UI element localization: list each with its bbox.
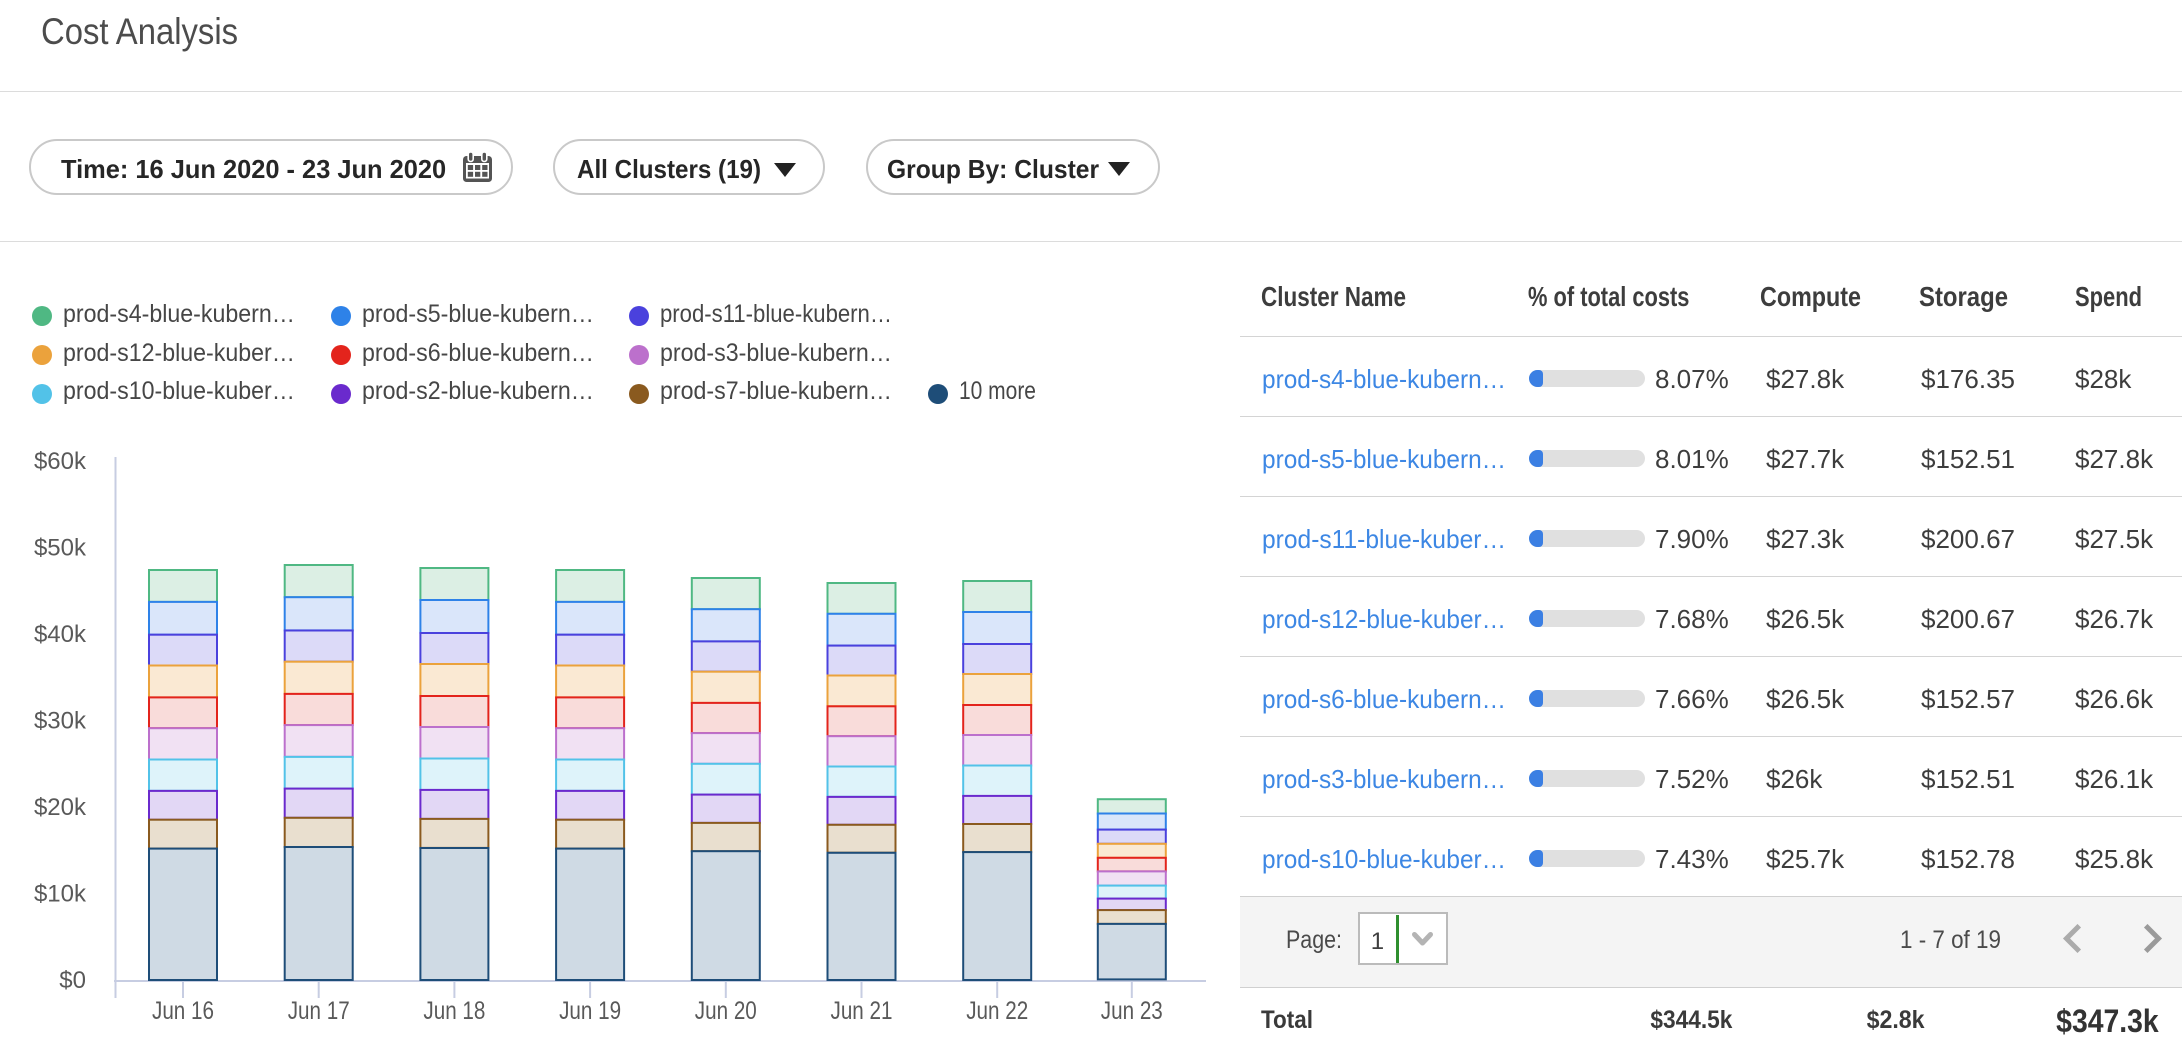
svg-text:$10k: $10k [34,881,87,908]
svg-text:Jun 21: Jun 21 [831,997,893,1025]
svg-text:Jun 16: Jun 16 [152,997,214,1025]
svg-text:$60k: $60k [34,448,87,475]
svg-text:$20k: $20k [34,794,87,821]
svg-text:Jun 23: Jun 23 [1101,997,1163,1025]
svg-text:$50k: $50k [34,535,87,562]
svg-text:Jun 22: Jun 22 [966,997,1028,1025]
svg-text:$40k: $40k [34,621,87,648]
svg-text:Jun 18: Jun 18 [423,997,485,1025]
svg-text:Jun 17: Jun 17 [288,997,350,1025]
svg-text:$0: $0 [59,967,86,994]
svg-text:Jun 19: Jun 19 [559,997,621,1025]
svg-text:Jun 20: Jun 20 [695,997,757,1025]
svg-text:$30k: $30k [34,708,87,735]
